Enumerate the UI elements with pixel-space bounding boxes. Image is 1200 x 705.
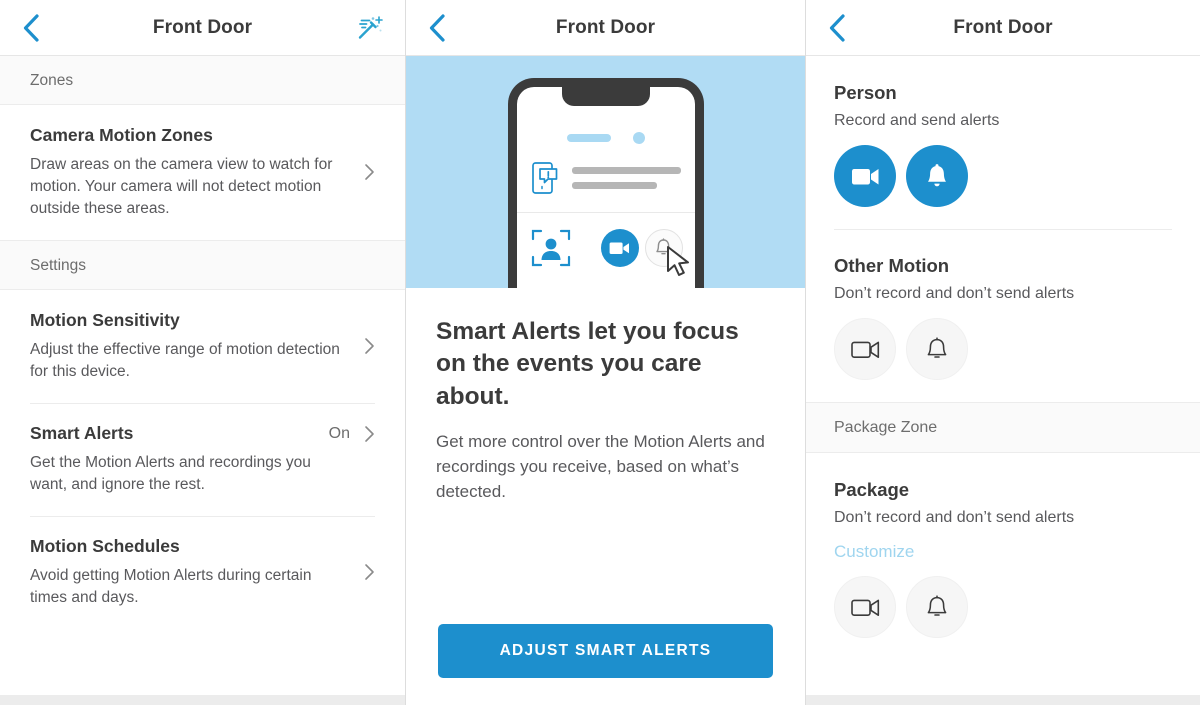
row-subtitle: Avoid getting Motion Alerts during certa… xyxy=(30,566,312,606)
three-panel-screenshot-strip: Front Door Zones Camera Motion Zones Dra… xyxy=(0,0,1200,705)
back-chevron-icon[interactable] xyxy=(814,5,860,51)
placeholder-pill xyxy=(566,134,611,142)
phone-mockup xyxy=(507,78,704,288)
customize-link[interactable]: Customize xyxy=(834,542,914,562)
placeholder-dot xyxy=(632,132,645,144)
phone-notch xyxy=(561,86,650,106)
chevron-right-icon xyxy=(365,338,374,355)
phone-header-placeholders xyxy=(517,132,695,144)
config-block-person: Person Record and send alerts xyxy=(806,56,1200,229)
panel-smart-alerts-config: Front Door Person Record and send alerts xyxy=(805,0,1200,705)
smart-alerts-phone-illustration xyxy=(406,56,805,288)
alert-toggle[interactable] xyxy=(906,576,968,638)
row-title-line: Smart Alerts On xyxy=(30,423,375,445)
row-text: Motion Sensitivity Adjust the effective … xyxy=(30,310,364,383)
row-camera-motion-zones[interactable]: Camera Motion Zones Draw areas on the ca… xyxy=(0,105,405,240)
record-toggle-active[interactable] xyxy=(600,229,639,267)
phone-alert-icon xyxy=(531,162,557,194)
row-text: Motion Schedules Avoid getting Motion Al… xyxy=(30,536,364,609)
navbar-panel2: Front Door xyxy=(406,0,805,56)
phone-action-row xyxy=(531,229,689,276)
page-title: Front Door xyxy=(555,16,656,38)
row-title: Motion Sensitivity xyxy=(30,309,180,330)
config-block-package: Package Don’t record and don’t send aler… xyxy=(806,453,1200,660)
block-subtitle: Record and send alerts xyxy=(834,112,1000,129)
toggle-group xyxy=(834,576,1172,638)
back-chevron-icon[interactable] xyxy=(8,5,54,51)
section-header-zones: Zones xyxy=(0,56,405,105)
panel1-bottom-edge xyxy=(0,695,405,705)
block-title: Other Motion xyxy=(834,255,950,276)
page-title: Front Door xyxy=(152,16,253,38)
row-accessory xyxy=(364,563,375,581)
navbar-panel1: Front Door xyxy=(0,0,405,56)
page-title: Front Door xyxy=(953,16,1053,38)
record-toggle[interactable] xyxy=(834,318,896,380)
section-header-settings: Settings xyxy=(0,239,405,290)
row-smart-alerts[interactable]: Smart Alerts On Get the Motion Alerts an… xyxy=(0,402,405,516)
block-subtitle: Don’t record and don’t send alerts xyxy=(834,285,1075,302)
video-camera-icon xyxy=(850,341,879,358)
row-title: Camera Motion Zones xyxy=(30,125,213,145)
record-toggle[interactable] xyxy=(834,576,896,638)
row-motion-sensitivity[interactable]: Motion Sensitivity Adjust the effective … xyxy=(0,289,405,403)
person-detection-icon xyxy=(531,229,570,267)
row-accessory: On xyxy=(329,425,375,443)
row-accessory xyxy=(364,163,375,181)
row-subtitle: Draw areas on the camera view to watch f… xyxy=(30,155,333,217)
bell-icon xyxy=(928,163,946,186)
config-block-other-motion: Other Motion Don’t record and don’t send… xyxy=(806,229,1200,402)
panel-smart-alerts-intro: Front Door Smart Alerts let you focus on… xyxy=(405,0,805,705)
panel3-bottom-edge xyxy=(806,695,1200,705)
placeholder-bar xyxy=(571,167,681,174)
intro-heading: Smart Alerts let you focus on the events… xyxy=(436,318,739,410)
panel-motion-settings: Front Door Zones Camera Motion Zones Dra… xyxy=(0,0,405,705)
phone-divider xyxy=(516,212,695,213)
row-title: Motion Schedules xyxy=(30,535,180,556)
block-title: Package xyxy=(834,479,910,500)
video-camera-icon xyxy=(851,168,878,184)
toggle-group xyxy=(834,318,1172,380)
toggle-group xyxy=(834,145,1172,207)
chevron-right-icon xyxy=(365,425,374,442)
bell-icon xyxy=(927,336,947,358)
back-chevron-icon[interactable] xyxy=(414,5,460,51)
phone-alert-row xyxy=(531,161,681,195)
row-title: Smart Alerts xyxy=(30,422,134,443)
block-subtitle: Don’t record and don’t send alerts xyxy=(834,509,1075,526)
video-camera-icon xyxy=(850,599,879,616)
row-text: Camera Motion Zones Draw areas on the ca… xyxy=(30,125,364,220)
placeholder-text-bars xyxy=(571,167,681,189)
row-accessory xyxy=(364,337,375,355)
intro-copy: Smart Alerts let you focus on the events… xyxy=(406,288,805,504)
chevron-right-icon xyxy=(365,164,374,181)
video-camera-icon xyxy=(609,242,629,254)
status-value: On xyxy=(328,424,350,442)
row-motion-schedules[interactable]: Motion Schedules Avoid getting Motion Al… xyxy=(0,515,405,629)
alert-toggle-inactive[interactable] xyxy=(644,229,689,276)
intro-body: Get more control over the Motion Alerts … xyxy=(436,431,765,502)
alert-toggle[interactable] xyxy=(906,318,968,380)
block-title: Person xyxy=(834,82,897,103)
placeholder-bar xyxy=(571,182,657,189)
navbar-panel3: Front Door xyxy=(806,0,1200,56)
alert-toggle[interactable] xyxy=(906,145,968,207)
row-subtitle: Get the Motion Alerts and recordings you… xyxy=(30,453,311,493)
magic-wand-icon[interactable] xyxy=(353,11,387,45)
row-subtitle: Adjust the effective range of motion det… xyxy=(30,340,340,380)
bell-icon xyxy=(656,238,671,255)
adjust-smart-alerts-button[interactable]: ADJUST SMART ALERTS xyxy=(438,624,773,678)
record-toggle[interactable] xyxy=(834,145,896,207)
chevron-right-icon xyxy=(365,564,374,580)
bell-icon xyxy=(927,594,947,616)
section-header-package-zone: Package Zone xyxy=(806,402,1200,453)
